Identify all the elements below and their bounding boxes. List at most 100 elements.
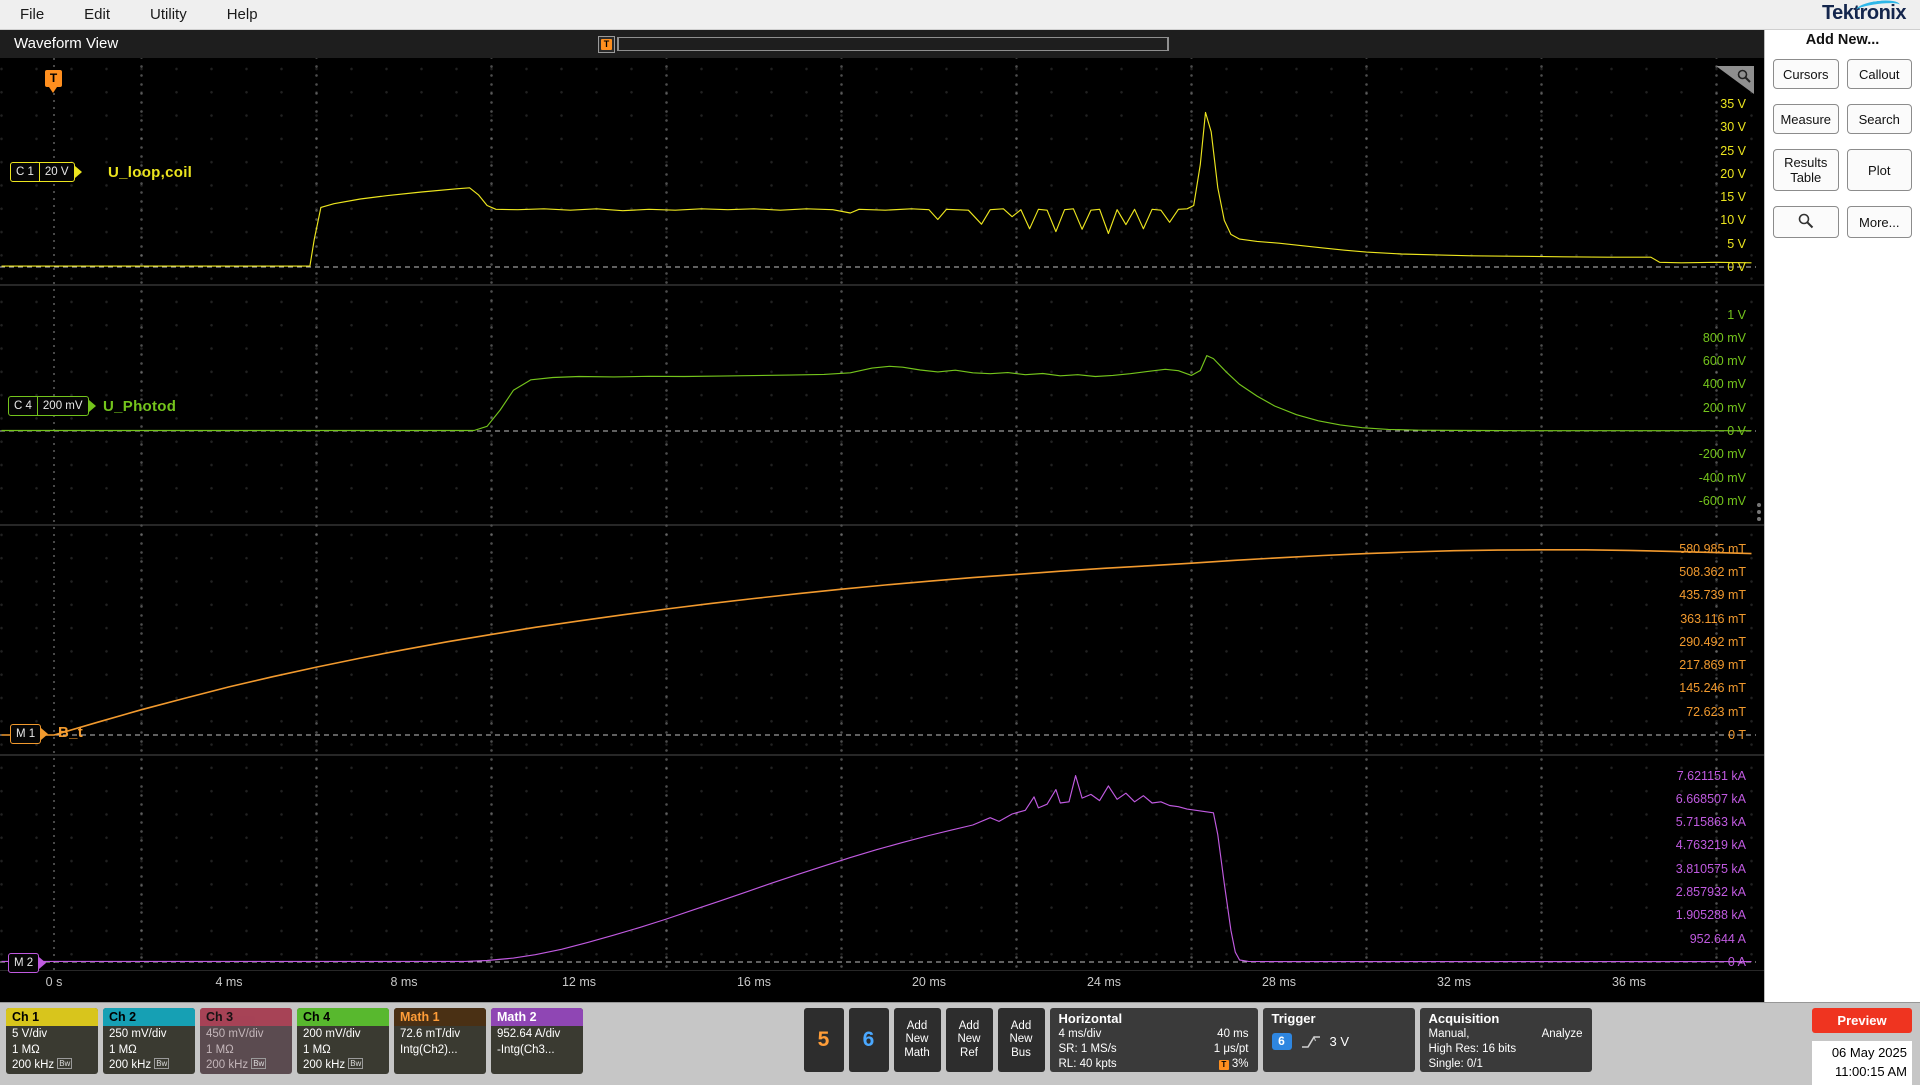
tile-5-label: 5 <box>817 1028 830 1051</box>
axis-tick-label: 600 mV <box>1702 354 1746 369</box>
plot-button[interactable]: Plot <box>1846 149 1912 191</box>
axis-tick-label: 0 T <box>1728 728 1746 742</box>
magnifier-icon <box>1798 213 1814 229</box>
settings-badge-ch2[interactable]: Ch 2 250 mV/div 1 MΩ 200 kHz Bw <box>103 1008 195 1074</box>
add-new-title: Add New... <box>1805 32 1880 48</box>
waveform-display[interactable]: 35 V 30 V 25 V 20 V 15 V 10 V 5 V 0 V 1 V 800 mV 6… <box>0 58 1764 1002</box>
preview-button[interactable]: Preview <box>1812 1008 1912 1033</box>
axis-tick-label: 1.905288 kA <box>1675 908 1746 923</box>
channel-badge-ch4[interactable]: C 4 200 mV <box>8 396 89 416</box>
waveform-ch1 <box>1 111 1752 267</box>
menu-edit[interactable]: Edit <box>64 6 130 23</box>
horizontal-pan-navigator[interactable]: T <box>598 35 1169 53</box>
axis-tick-label: 35 V <box>1720 97 1746 111</box>
acquisition-panel[interactable]: Acquisition Manual, Analyze High Res: 16… <box>1419 1008 1592 1072</box>
add-new-bus-button[interactable]: Add New Bus <box>997 1008 1045 1072</box>
settings-badge-ch4[interactable]: Ch 4 200 mV/div 1 MΩ 200 kHz Bw <box>297 1008 389 1074</box>
navigator-track[interactable] <box>617 37 1169 51</box>
axis-tick-label: 5.715863 kA <box>1675 815 1746 830</box>
axis-tick-label: 30 V <box>1720 120 1746 135</box>
axis-tick-label: 400 mV <box>1702 377 1746 392</box>
axis-tick-label: 0 V <box>1727 260 1746 274</box>
axis-tick-label: -200 mV <box>1698 447 1746 462</box>
add-new-ref-button[interactable]: Add New Ref <box>945 1008 993 1072</box>
ch4-badge-scale: 200 mV <box>42 400 83 412</box>
results-table-button[interactable]: Results Table <box>1773 149 1839 191</box>
time-tick-label: 20 ms <box>911 975 947 989</box>
badge-settings: 200 mV/div 1 MΩ 200 kHz Bw <box>303 1028 364 1071</box>
settings-badge-math2[interactable]: Math 2 952.64 A/div -Intg(Ch3... <box>491 1008 583 1074</box>
channel-tile-5[interactable]: 5 <box>803 1008 844 1072</box>
time-tick-label: 32 ms <box>1436 975 1472 989</box>
add-new-buttons: Add New Math Add New Ref Add New Bus <box>893 1008 1045 1072</box>
axis-tick-label: 20 V <box>1720 166 1746 181</box>
axis-tick-label: 72.623 mT <box>1686 704 1746 719</box>
horizontal-window: 40 ms <box>1217 1028 1249 1040</box>
menu-utility[interactable]: Utility <box>130 6 207 23</box>
cursors-button[interactable]: Cursors <box>1773 59 1839 89</box>
waveform-canvas <box>0 58 1764 972</box>
date-text: 06 May 2025 <box>1831 1045 1907 1060</box>
badge-header: Math 1 <box>394 1008 486 1026</box>
callout-button[interactable]: Callout <box>1846 59 1912 89</box>
acquisition-mode: Manual, <box>1428 1028 1470 1040</box>
badge-header: Ch 3 <box>200 1008 292 1026</box>
waveform-math1 <box>1 548 1752 736</box>
axis-tick-label: 217.869 mT <box>1679 658 1746 673</box>
channel-badge-ch1[interactable]: C 1 20 V <box>10 162 75 182</box>
menu-file[interactable]: File <box>0 6 64 23</box>
badge-settings: 72.6 mT/div Intg(Ch2)... <box>400 1028 461 1056</box>
axis-tick-label: 6.668507 kA <box>1675 791 1746 806</box>
axis-tick-label: 25 V <box>1720 143 1746 158</box>
more-button[interactable]: More... <box>1846 206 1912 238</box>
sample-interval: 1 μs/pt <box>1213 1043 1249 1055</box>
magnifier-icon <box>1737 69 1751 83</box>
waveform-label-ch1[interactable]: U_loop,coil <box>108 164 192 181</box>
search-button[interactable]: Search <box>1846 104 1912 134</box>
horizontal-panel[interactable]: Horizontal 4 ms/div 40 ms SR: 1 MS/s 1 μ… <box>1049 1008 1258 1072</box>
badge-settings: 952.64 A/div -Intg(Ch3... <box>497 1028 561 1056</box>
axis-tick-label: 0 V <box>1727 424 1746 438</box>
sample-rate: SR: 1 MS/s <box>1058 1043 1117 1055</box>
channel-settings-badges: Ch 1 5 V/div 1 MΩ 200 kHz Bw Ch 2 250 mV/div 1 … <box>6 1008 583 1074</box>
waveform-label-math1[interactable]: B_t <box>58 724 83 741</box>
settings-badge-ch1[interactable]: Ch 1 5 V/div 1 MΩ 200 kHz Bw <box>6 1008 98 1074</box>
badge-header: Ch 4 <box>297 1008 389 1026</box>
menu-help[interactable]: Help <box>207 6 278 23</box>
preview-clock-stack: Preview 06 May 2025 11:00:15 AM <box>1812 1008 1912 1085</box>
channel-badge-math2[interactable]: M 2 <box>8 953 40 973</box>
horizontal-title: Horizontal <box>1058 1011 1123 1026</box>
waveform-label-ch4[interactable]: U_Photod <box>103 398 176 415</box>
rising-edge-icon <box>1301 1035 1320 1048</box>
channel-tile-6[interactable]: 6 <box>848 1008 889 1072</box>
panel-resize-handle[interactable] <box>1757 500 1761 524</box>
trigger-level: 3 V <box>1329 1034 1350 1049</box>
ch1-badge-label: C 1 <box>16 166 34 178</box>
badge-divider <box>38 163 40 181</box>
waveform-ch4 <box>1 355 1752 432</box>
bandwidth-limit-icon: Bw <box>57 1058 73 1069</box>
settings-badge-ch3[interactable]: Ch 3 450 mV/div 1 MΩ 200 kHz Bw <box>200 1008 292 1074</box>
time-tick-label: 0 s <box>45 975 63 989</box>
acquisition-single: Single: 0/1 <box>1428 1058 1483 1070</box>
waveform-view-title: Waveform View <box>14 35 119 52</box>
add-new-math-button[interactable]: Add New Math <box>893 1008 941 1072</box>
axis-tick-label: 290.492 mT <box>1679 634 1746 649</box>
trigger-panel[interactable]: Trigger 6 3 V <box>1262 1008 1415 1072</box>
trigger-position-flag[interactable]: T <box>45 70 62 93</box>
navigator-trigger-icon[interactable]: T <box>598 35 615 53</box>
axis-tick-label: 363.116 mT <box>1680 611 1746 626</box>
ch1-badge-scale: 20 V <box>44 166 69 178</box>
axis-tick-label: -400 mV <box>1698 470 1746 485</box>
math1-badge-label: M 1 <box>16 728 36 740</box>
settings-badge-math1[interactable]: Math 1 72.6 mT/div Intg(Ch2)... <box>394 1008 486 1074</box>
axis-tick-label: 15 V <box>1720 190 1746 205</box>
channel-badge-math1[interactable]: M 1 <box>10 724 42 744</box>
waveform-view-header: Waveform View T <box>0 29 1764 58</box>
badge-divider <box>36 397 38 415</box>
acquisition-analyze: Analyze <box>1541 1028 1583 1040</box>
zoom-tool-button[interactable] <box>1773 206 1839 238</box>
axis-tick-label: 952.644 A <box>1689 931 1746 946</box>
tektronix-logo: Tektronix <box>1822 0 1907 25</box>
measure-button[interactable]: Measure <box>1773 104 1839 134</box>
